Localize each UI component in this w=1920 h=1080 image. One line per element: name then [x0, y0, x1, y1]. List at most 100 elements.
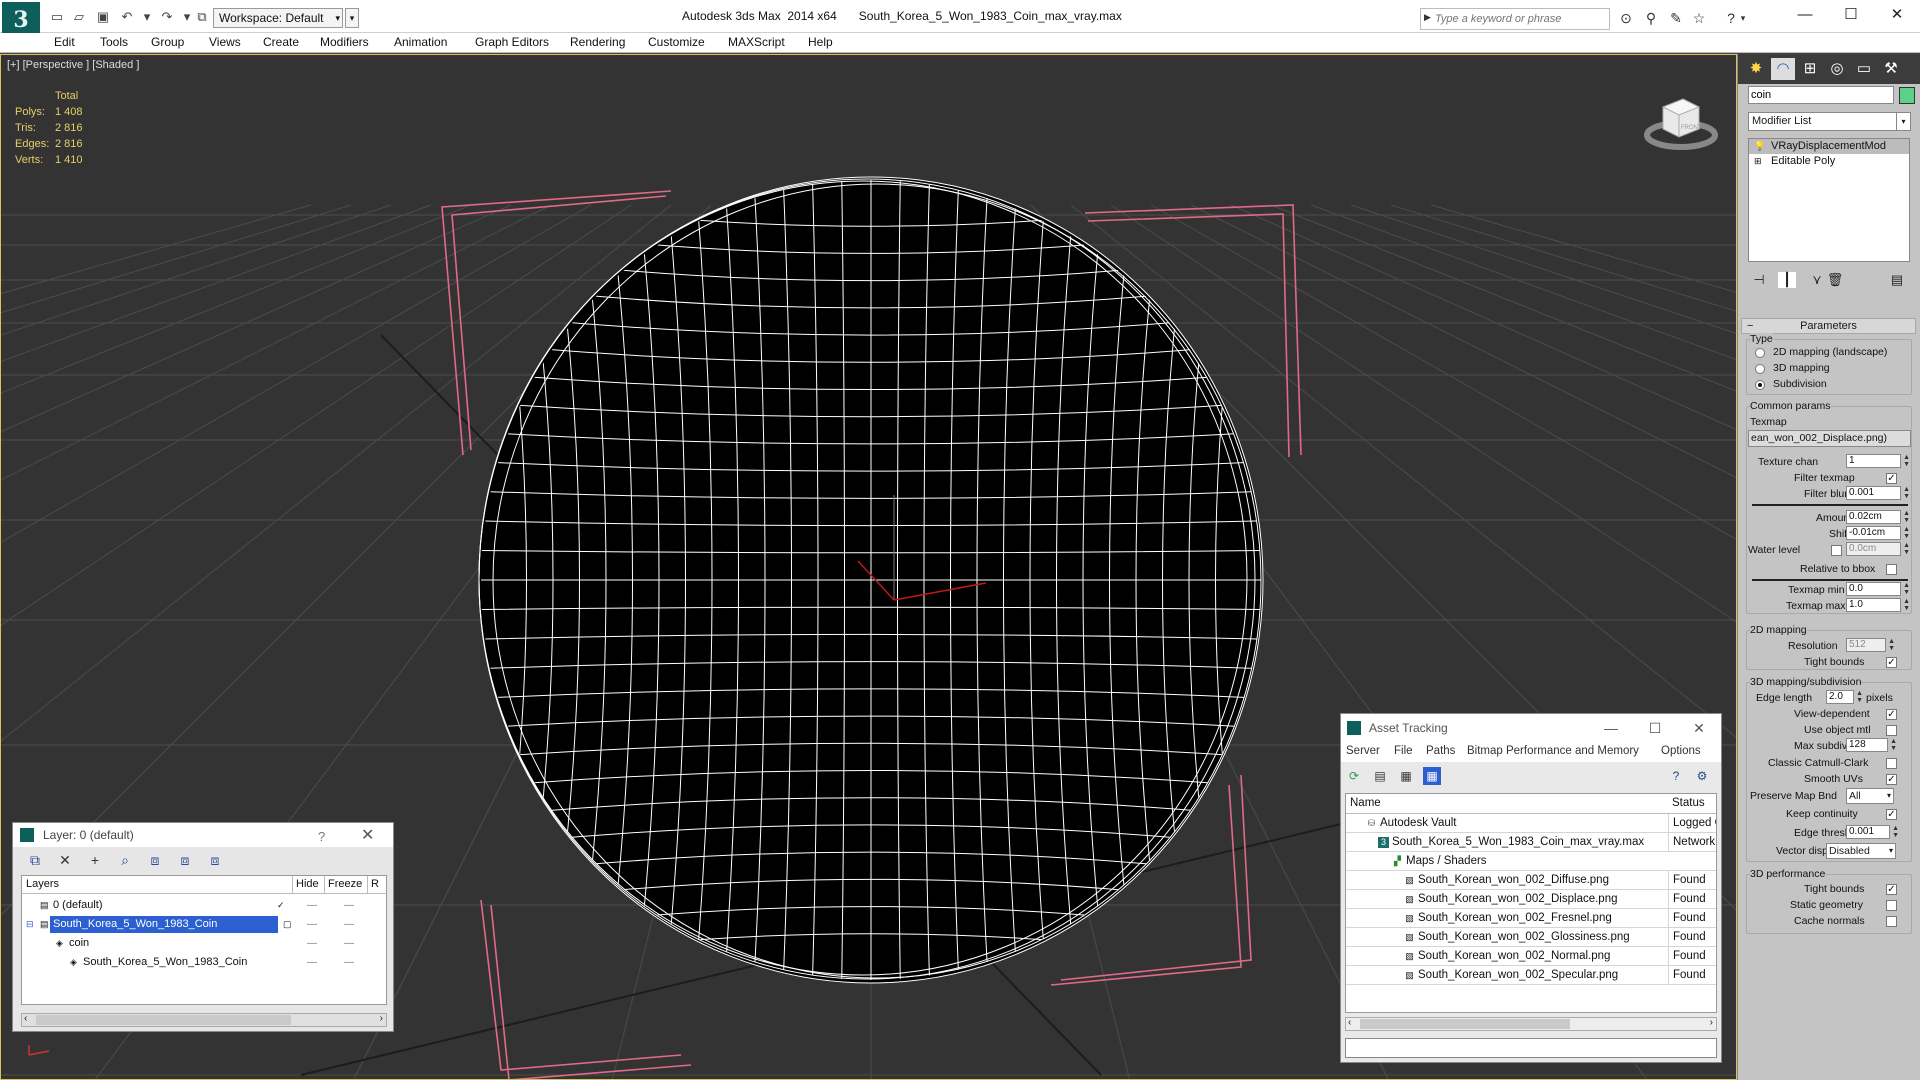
- smooth-uvs-checkbox[interactable]: ✓: [1886, 774, 1897, 785]
- scrollbar-thumb[interactable]: [36, 1015, 291, 1025]
- texmap-min-spinner[interactable]: 0.0 ▲ ▼: [1846, 582, 1910, 596]
- spinner-arrows-icon[interactable]: ▲ ▼: [1903, 454, 1910, 468]
- asset-path-field[interactable]: [1345, 1038, 1717, 1058]
- set-current-layer-icon[interactable]: ▢: [283, 919, 293, 929]
- object-name-input[interactable]: [1748, 86, 1894, 104]
- menu-rendering[interactable]: Rendering: [570, 35, 625, 49]
- spinner-arrows-icon[interactable]: ▲ ▼: [1903, 486, 1910, 500]
- maximize-icon[interactable]: ☐: [1828, 0, 1874, 30]
- keep-continuity-checkbox[interactable]: ✓: [1886, 809, 1897, 820]
- hide-toggle[interactable]: —: [307, 896, 317, 915]
- object-name[interactable]: coin: [66, 935, 92, 952]
- menu-views[interactable]: Views: [209, 35, 241, 49]
- preserve-map-dropdown[interactable]: All ▾: [1846, 788, 1894, 804]
- spinner-arrows-icon[interactable]: ▲ ▼: [1890, 738, 1897, 752]
- new-file-icon[interactable]: ▭: [48, 9, 66, 25]
- table-view-icon[interactable]: ▦: [1423, 767, 1441, 785]
- search-input[interactable]: [1421, 9, 1597, 29]
- freeze-toggle[interactable]: —: [344, 915, 354, 934]
- light-bulb-icon[interactable]: 💡: [1754, 141, 1765, 151]
- asset-row[interactable]: ▧ South_Korean_won_002_Displace.png Foun…: [1346, 890, 1716, 909]
- remove-modifier-icon[interactable]: 🗑: [1826, 272, 1844, 288]
- menu-customize[interactable]: Customize: [648, 35, 705, 49]
- viewport-label[interactable]: [+] [Perspective ] [Shaded ]: [7, 59, 139, 71]
- minimize-icon[interactable]: —: [1589, 714, 1633, 742]
- asset-menu-paths[interactable]: Paths: [1426, 745, 1455, 757]
- scroll-right-icon[interactable]: ›: [1710, 1017, 1713, 1028]
- spinner-arrows-icon[interactable]: ▲ ▼: [1903, 598, 1910, 612]
- communication-center-icon[interactable]: ✎: [1665, 8, 1687, 28]
- texmap-button[interactable]: ean_won_002_Displace.png): [1748, 430, 1911, 447]
- subscription-center-icon[interactable]: ⚲: [1640, 8, 1662, 28]
- relative-bbox-checkbox[interactable]: [1886, 564, 1897, 575]
- utilities-tab-icon[interactable]: ⚒: [1879, 58, 1903, 80]
- spinner-arrows-icon[interactable]: ▲ ▼: [1903, 542, 1910, 556]
- asset-row[interactable]: ▧ South_Korean_won_002_Specular.png Foun…: [1346, 966, 1716, 985]
- layer-row[interactable]: ◈ coin — —: [22, 934, 386, 953]
- edge-thresh-spinner[interactable]: 0.001 ▲ ▼: [1846, 825, 1899, 839]
- highlight-layer-icon[interactable]: ⧈: [145, 851, 165, 869]
- help-icon[interactable]: ?: [1667, 767, 1685, 785]
- viewcube-icon[interactable]: FRONT: [1641, 85, 1721, 155]
- asset-menu-bitmap[interactable]: Bitmap Performance and Memory: [1467, 745, 1639, 757]
- layer-name[interactable]: South_Korea_5_Won_1983_Coin: [50, 916, 278, 933]
- help-icon[interactable]: ?: [318, 825, 325, 849]
- hide-all-layers-icon[interactable]: ⧈: [175, 851, 195, 869]
- configure-modifier-sets-icon[interactable]: ▤: [1888, 272, 1906, 288]
- asset-row[interactable]: 3 South_Korea_5_Won_1983_Coin_max_vray.m…: [1346, 833, 1716, 852]
- classic-catmull-checkbox[interactable]: [1886, 758, 1897, 769]
- col-layers[interactable]: Layers: [26, 878, 59, 890]
- spinner-arrows-icon[interactable]: ▲ ▼: [1903, 582, 1910, 596]
- menu-modifiers[interactable]: Modifiers: [320, 35, 369, 49]
- favorites-star-icon[interactable]: ☆: [1688, 8, 1710, 28]
- minimize-icon[interactable]: —: [1782, 0, 1828, 30]
- menu-help[interactable]: Help: [808, 35, 833, 49]
- asset-row[interactable]: ▧ South_Korean_won_002_Glossiness.png Fo…: [1346, 928, 1716, 947]
- stack-item-vraydisplacementmod[interactable]: 💡 VRayDisplacementMod: [1749, 139, 1909, 154]
- radio-subdivision[interactable]: [1755, 380, 1765, 390]
- vector-displ-dropdown[interactable]: Disabled ▾: [1826, 843, 1896, 859]
- search-box[interactable]: ▶: [1420, 8, 1610, 30]
- tight-bounds-checkbox[interactable]: ✓: [1886, 657, 1897, 668]
- undo-dropdown-icon[interactable]: ▾: [138, 9, 156, 25]
- quick-access-customize-icon[interactable]: ▾: [345, 8, 359, 28]
- display-tab-icon[interactable]: ▭: [1852, 58, 1876, 80]
- horizontal-scrollbar[interactable]: ‹ ›: [1345, 1017, 1717, 1031]
- make-unique-icon[interactable]: ⋎: [1808, 272, 1826, 288]
- close-icon[interactable]: ✕: [1677, 714, 1721, 742]
- hide-toggle[interactable]: —: [307, 953, 317, 972]
- asset-row[interactable]: ▞ Maps / Shaders: [1346, 852, 1716, 871]
- max-subdivs-spinner[interactable]: 128 ▲ ▼: [1846, 738, 1897, 752]
- radio-3d-mapping[interactable]: [1755, 364, 1765, 374]
- plus-icon[interactable]: ⊞: [1754, 156, 1764, 166]
- modify-tab-icon[interactable]: ◠: [1771, 58, 1795, 80]
- save-file-icon[interactable]: ▣: [94, 9, 112, 25]
- create-layer-icon[interactable]: ⧉: [25, 851, 45, 869]
- asset-row[interactable]: ⛁ Autodesk Vault Logged O: [1346, 814, 1716, 833]
- spinner-arrows-icon[interactable]: ▲ ▼: [1903, 526, 1910, 540]
- redo-icon[interactable]: ↷: [158, 9, 176, 25]
- water-level-spinner[interactable]: 0.0cm ▲ ▼: [1846, 542, 1910, 556]
- layer-row[interactable]: ▤ 0 (default) ✓ — —: [22, 896, 386, 915]
- maximize-icon[interactable]: ☐: [1633, 714, 1677, 742]
- workspace-dropdown[interactable]: Workspace: Default ▾: [213, 8, 343, 28]
- parameters-rollout-header[interactable]: − Parameters: [1741, 318, 1916, 334]
- col-freeze[interactable]: Freeze: [328, 878, 362, 890]
- close-icon[interactable]: ✕: [361, 824, 374, 848]
- spinner-arrows-icon[interactable]: ▲ ▼: [1888, 638, 1895, 652]
- col-hide[interactable]: Hide: [296, 878, 319, 890]
- texmap-max-spinner[interactable]: 1.0 ▲ ▼: [1846, 598, 1910, 612]
- hide-toggle[interactable]: —: [307, 934, 317, 953]
- pin-stack-icon[interactable]: ⊣: [1750, 272, 1768, 288]
- open-file-icon[interactable]: ▱: [70, 9, 88, 25]
- freeze-toggle[interactable]: —: [344, 953, 354, 972]
- static-geometry-checkbox[interactable]: [1886, 900, 1897, 911]
- menu-tools[interactable]: Tools: [100, 35, 128, 49]
- current-layer-check-icon[interactable]: ✓: [277, 900, 287, 910]
- col-render[interactable]: R: [371, 878, 379, 890]
- edge-length-spinner[interactable]: 2.0 ▲ ▼: [1826, 690, 1863, 704]
- menu-animation[interactable]: Animation: [394, 35, 447, 49]
- delete-layer-icon[interactable]: ✕: [55, 851, 75, 869]
- create-tab-icon[interactable]: ✸: [1744, 58, 1768, 80]
- add-to-layer-icon[interactable]: +: [85, 851, 105, 869]
